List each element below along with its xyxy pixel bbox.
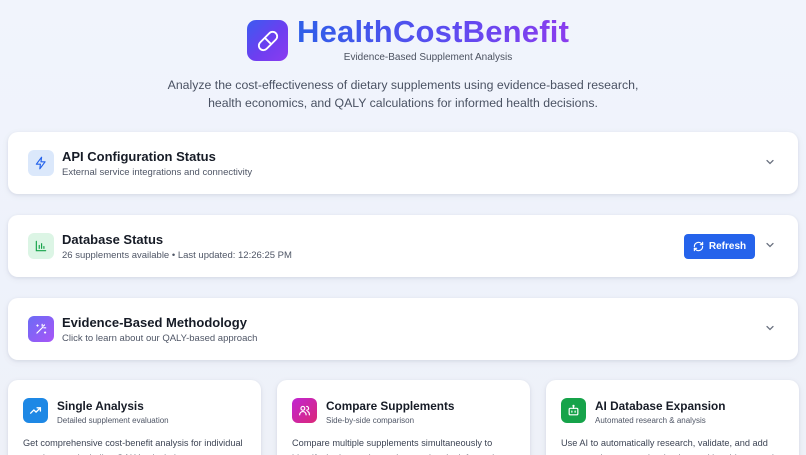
refresh-button[interactable]: Refresh — [684, 234, 755, 259]
database-status-panel[interactable]: Database Status 26 supplements available… — [8, 215, 798, 277]
bar-chart-icon — [28, 233, 54, 259]
pill-icon — [257, 30, 278, 51]
ai-database-expansion-card[interactable]: AI Database Expansion Automated research… — [546, 380, 799, 455]
compare-supplements-card[interactable]: Compare Supplements Side-by-side compari… — [277, 380, 530, 455]
chevron-down-icon[interactable] — [764, 156, 776, 168]
feature-subtitle: Detailed supplement evaluation — [57, 416, 169, 425]
database-status-title: Database Status — [62, 232, 164, 247]
refresh-label: Refresh — [708, 241, 747, 252]
database-status-subtitle: 26 supplements available • Last updated:… — [62, 250, 292, 261]
methodology-title: Evidence-Based Methodology — [62, 315, 247, 330]
lightning-icon — [28, 150, 54, 176]
users-icon — [292, 398, 317, 423]
single-analysis-card[interactable]: Single Analysis Detailed supplement eval… — [8, 380, 261, 455]
api-status-title: API Configuration Status — [62, 149, 216, 164]
app-title: HealthCostBenefit — [297, 14, 570, 49]
methodology-subtitle: Click to learn about our QALY-based appr… — [62, 333, 258, 344]
feature-subtitle: Automated research & analysis — [595, 416, 706, 425]
sparkles-icon — [28, 316, 54, 342]
feature-description: Get comprehensive cost-benefit analysis … — [23, 438, 243, 455]
feature-description: Compare multiple supplements simultaneou… — [292, 438, 494, 455]
feature-title: AI Database Expansion — [595, 399, 726, 413]
feature-subtitle: Side-by-side comparison — [326, 416, 415, 425]
robot-icon — [561, 398, 586, 423]
feature-title: Compare Supplements — [326, 399, 455, 413]
refresh-icon — [693, 241, 704, 252]
app-tagline: Evidence-Based Supplement Analysis — [343, 52, 513, 63]
chevron-down-icon[interactable] — [764, 239, 776, 251]
api-status-subtitle: External service integrations and connec… — [62, 167, 253, 178]
trending-up-icon — [23, 398, 48, 423]
feature-title: Single Analysis — [57, 399, 144, 413]
feature-description: Use AI to automatically research, valida… — [561, 438, 786, 455]
chevron-down-icon[interactable] — [764, 322, 776, 334]
api-status-panel[interactable]: API Configuration Status External servic… — [8, 132, 798, 194]
methodology-panel[interactable]: Evidence-Based Methodology Click to lear… — [8, 298, 798, 360]
intro-text: Analyze the cost-effectiveness of dietar… — [167, 78, 639, 110]
